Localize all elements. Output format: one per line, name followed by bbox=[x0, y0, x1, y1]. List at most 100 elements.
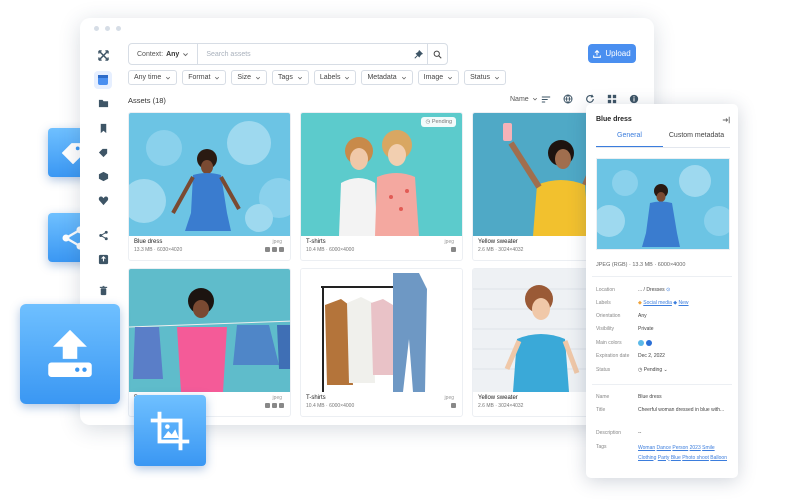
tab-custom-metadata[interactable]: Custom metadata bbox=[663, 132, 730, 147]
chevron-down-icon bbox=[183, 52, 189, 56]
upload-label: Upload bbox=[605, 49, 631, 58]
filter-label: Format bbox=[188, 74, 211, 81]
search-icon bbox=[433, 50, 442, 59]
lock-icon bbox=[279, 403, 284, 408]
bookmark-icon[interactable] bbox=[98, 123, 109, 134]
tag-icon bbox=[265, 247, 270, 252]
filter-any-time[interactable]: Any time bbox=[128, 70, 178, 85]
color-swatch bbox=[646, 340, 652, 346]
app-window: Context: Any Search assets Upload Any ti… bbox=[80, 18, 654, 425]
location-info-icon: ⊙ bbox=[666, 287, 671, 293]
chevron-down-icon bbox=[401, 76, 406, 79]
filter-label: Status bbox=[470, 74, 490, 81]
cube-icon[interactable] bbox=[98, 171, 109, 182]
status-clock-icon: ◷ bbox=[638, 367, 643, 373]
context-label: Context: bbox=[137, 50, 164, 58]
divider bbox=[592, 384, 732, 385]
tag-link[interactable]: Clothing bbox=[638, 455, 656, 461]
description-value[interactable]: -- bbox=[638, 430, 732, 436]
tag-list: Woman Dance Person 2023 Smile Clothing P… bbox=[638, 444, 732, 463]
filter-status[interactable]: Status bbox=[464, 70, 506, 85]
location-value[interactable]: ... / Dresses ⊙ bbox=[638, 287, 732, 293]
asset-card-2[interactable]: ◷ Pending T-shirts 10.4 MB · 6000×4000 j… bbox=[300, 112, 463, 261]
filter-format[interactable]: Format bbox=[182, 70, 227, 85]
tag-link[interactable]: Blue bbox=[671, 455, 681, 461]
expand-icon[interactable] bbox=[98, 50, 109, 61]
panel-preview-image bbox=[593, 158, 734, 250]
orientation-row: Orientation Any bbox=[596, 313, 732, 319]
asset-icons bbox=[451, 247, 456, 252]
divider bbox=[592, 276, 732, 277]
tag-link[interactable]: 2023 bbox=[690, 445, 701, 451]
filter-tags[interactable]: Tags bbox=[272, 70, 309, 85]
asset-card-1[interactable]: Blue dress 13.3 MB · 6030×4020 jpeg bbox=[128, 112, 291, 261]
share-small-icon[interactable] bbox=[98, 230, 109, 241]
refresh-icon[interactable] bbox=[585, 94, 595, 104]
filter-labels[interactable]: Labels bbox=[313, 70, 357, 85]
field-label: Title bbox=[596, 407, 606, 413]
search-input[interactable]: Search assets bbox=[198, 51, 409, 58]
folder-icon[interactable] bbox=[98, 98, 109, 109]
asset-icons bbox=[265, 247, 284, 252]
field-label: Main colors bbox=[596, 340, 622, 346]
chevron-down-icon bbox=[166, 76, 171, 79]
filter-image[interactable]: Image bbox=[417, 70, 460, 85]
tag-link[interactable]: Dance bbox=[657, 445, 671, 451]
asset-card-5[interactable]: T-shirts 10.4 MB · 6000×4000 jpeg bbox=[300, 268, 463, 417]
info-icon[interactable] bbox=[629, 94, 639, 104]
orientation-value: Any bbox=[638, 313, 647, 319]
filter-size[interactable]: Size bbox=[231, 70, 268, 85]
sort-label: Name bbox=[510, 95, 529, 103]
trash-icon[interactable] bbox=[98, 285, 109, 296]
tag-link[interactable]: Person bbox=[672, 445, 688, 451]
asset-format: jpeg bbox=[444, 395, 454, 401]
tag-link[interactable]: Balloon bbox=[710, 455, 727, 461]
pin-icon[interactable] bbox=[409, 44, 427, 64]
tag-link[interactable]: Party bbox=[658, 455, 670, 461]
label-tag-icon: ◆ bbox=[673, 300, 678, 306]
status-value: Pending bbox=[643, 367, 663, 373]
asset-name: T-shirts bbox=[306, 395, 326, 401]
link-icon bbox=[451, 247, 456, 252]
globe-icon[interactable] bbox=[563, 94, 573, 104]
filter-label: Tags bbox=[278, 74, 293, 81]
collapse-panel-icon[interactable] bbox=[722, 116, 730, 124]
colors-row: Main colors bbox=[596, 340, 732, 346]
location-row: Location ... / Dresses ⊙ bbox=[596, 287, 732, 293]
status-label: Pending bbox=[431, 119, 452, 125]
title-value[interactable]: Cheerful woman dressed in blue with... bbox=[638, 407, 732, 413]
status-select[interactable]: ◷ Pending ⌄ bbox=[638, 367, 732, 373]
asset-meta: 2.6 MB · 3024×4032 bbox=[478, 403, 524, 409]
sort-select[interactable]: Name bbox=[510, 95, 551, 104]
upload-small-icon[interactable] bbox=[98, 254, 109, 265]
panel-title: Blue dress bbox=[596, 116, 632, 123]
upload-button[interactable]: Upload bbox=[588, 44, 636, 63]
expiration-value: Dec 2, 2022 bbox=[638, 353, 665, 359]
heart-icon[interactable] bbox=[98, 195, 109, 206]
panel-tabs: General Custom metadata bbox=[596, 132, 730, 148]
filter-metadata[interactable]: Metadata bbox=[361, 70, 413, 85]
label-new[interactable]: ◆ New bbox=[673, 300, 688, 306]
grid-view-icon[interactable] bbox=[607, 94, 617, 104]
asset-name: T-shirts bbox=[306, 239, 326, 245]
asset-thumbnail bbox=[301, 269, 462, 392]
search-button[interactable] bbox=[427, 44, 447, 64]
upload-icon bbox=[593, 49, 602, 58]
assets-icon[interactable] bbox=[94, 71, 112, 89]
tags-icon[interactable] bbox=[98, 147, 109, 158]
tag-link[interactable]: Smile bbox=[702, 445, 715, 451]
label-social-media[interactable]: ◆ Social media bbox=[638, 300, 672, 306]
filter-label: Any time bbox=[134, 74, 162, 81]
asset-meta: 2.6 MB · 3024×4032 bbox=[478, 247, 524, 253]
chevron-down-icon bbox=[532, 97, 537, 101]
tab-general[interactable]: General bbox=[596, 132, 663, 147]
tag-link[interactable]: Woman bbox=[638, 445, 655, 451]
name-value[interactable]: Blue dress bbox=[638, 394, 732, 400]
status-row: Status ◷ Pending ⌄ bbox=[596, 367, 732, 373]
field-label: Description bbox=[596, 430, 622, 436]
asset-thumbnail bbox=[301, 113, 462, 236]
asset-thumbnail bbox=[129, 269, 290, 392]
tag-link[interactable]: Photo shoot bbox=[682, 455, 709, 461]
lock-icon bbox=[279, 247, 284, 252]
context-select[interactable]: Context: Any bbox=[129, 44, 199, 64]
